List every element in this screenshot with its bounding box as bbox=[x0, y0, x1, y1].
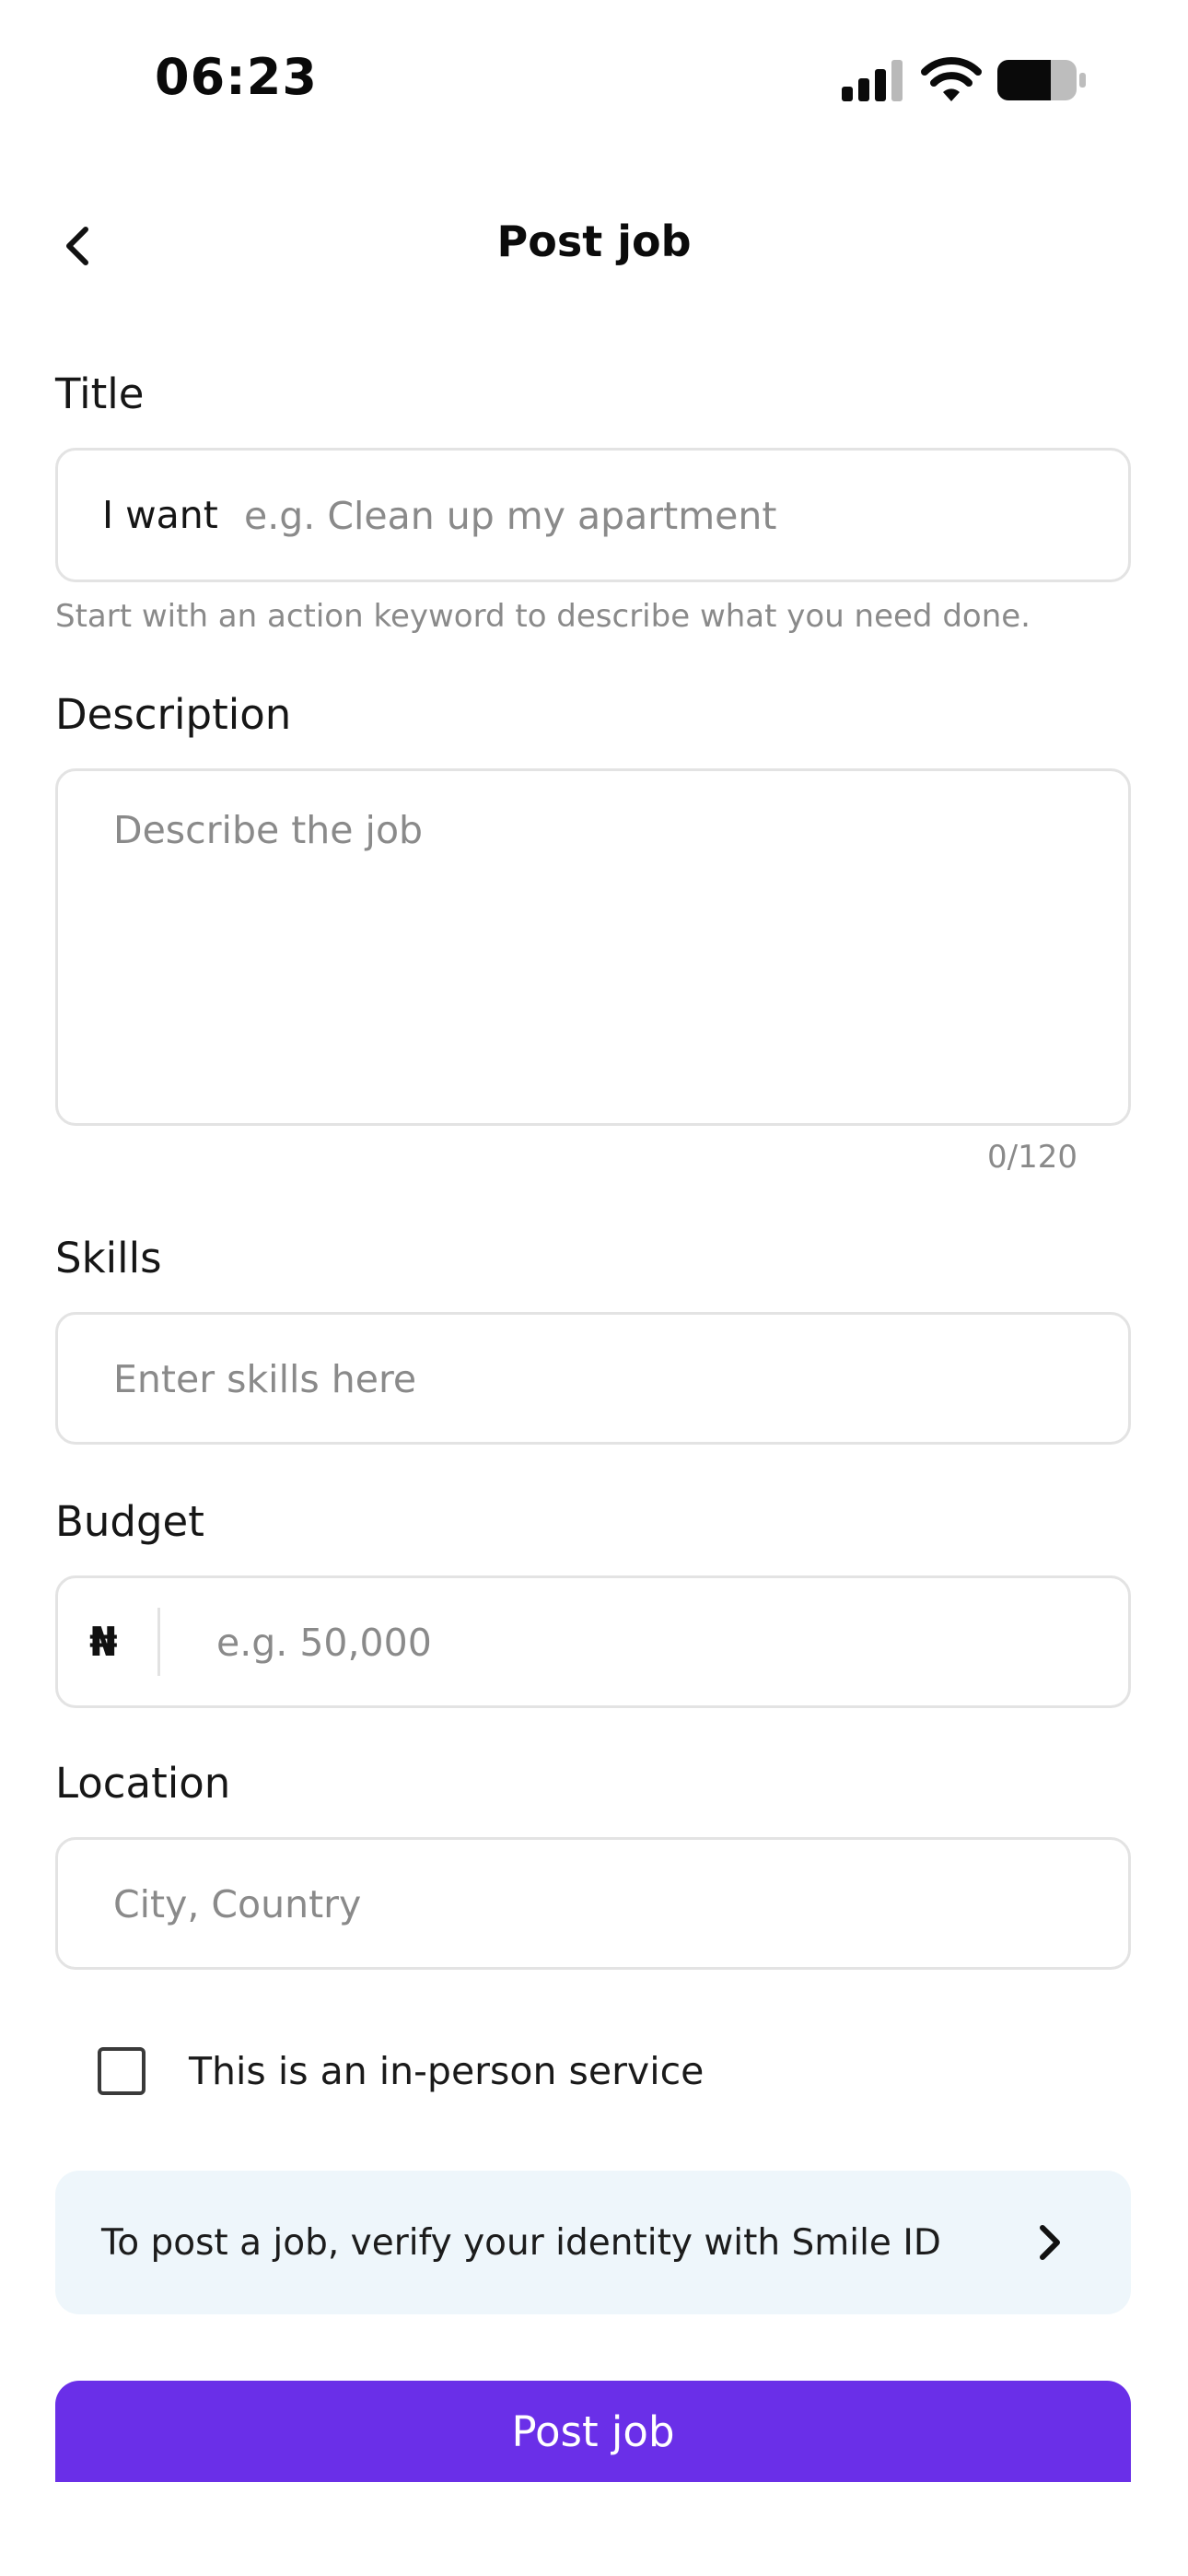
verify-identity-banner[interactable]: To post a job, verify your identity with… bbox=[55, 2171, 1131, 2314]
skills-field[interactable] bbox=[55, 1312, 1131, 1445]
title-field[interactable]: I want bbox=[55, 448, 1131, 582]
page-title: Post job bbox=[496, 217, 692, 266]
title-input[interactable] bbox=[242, 451, 1102, 581]
title-prefix: I want bbox=[102, 493, 218, 537]
title-helper-text: Start with an action keyword to describe… bbox=[55, 598, 1031, 635]
currency-divider bbox=[157, 1608, 160, 1676]
in-person-checkbox[interactable] bbox=[98, 2047, 146, 2095]
skills-input[interactable] bbox=[111, 1315, 1091, 1444]
title-label: Title bbox=[55, 369, 145, 418]
cellular-signal-icon bbox=[842, 60, 903, 101]
wifi-icon bbox=[921, 57, 982, 101]
description-label: Description bbox=[55, 690, 292, 739]
location-input[interactable] bbox=[111, 1840, 1091, 1969]
description-char-counter: 0/120 bbox=[987, 1139, 1077, 1176]
budget-label: Budget bbox=[55, 1497, 204, 1546]
location-label: Location bbox=[55, 1759, 231, 1808]
skills-label: Skills bbox=[55, 1234, 162, 1282]
status-time: 06:23 bbox=[155, 48, 318, 106]
description-field[interactable] bbox=[55, 768, 1131, 1126]
verify-identity-text: To post a job, verify your identity with… bbox=[101, 2221, 941, 2264]
description-textarea[interactable] bbox=[111, 804, 1082, 1103]
in-person-label[interactable]: This is an in-person service bbox=[189, 2043, 704, 2099]
budget-field[interactable]: ₦ bbox=[55, 1575, 1131, 1708]
battery-icon bbox=[997, 60, 1086, 100]
chevron-right-icon bbox=[1040, 2225, 1060, 2260]
location-field[interactable] bbox=[55, 1837, 1131, 1970]
post-job-button[interactable]: Post job bbox=[55, 2381, 1131, 2482]
currency-symbol: ₦ bbox=[89, 1618, 118, 1666]
budget-input[interactable] bbox=[215, 1578, 1102, 1707]
